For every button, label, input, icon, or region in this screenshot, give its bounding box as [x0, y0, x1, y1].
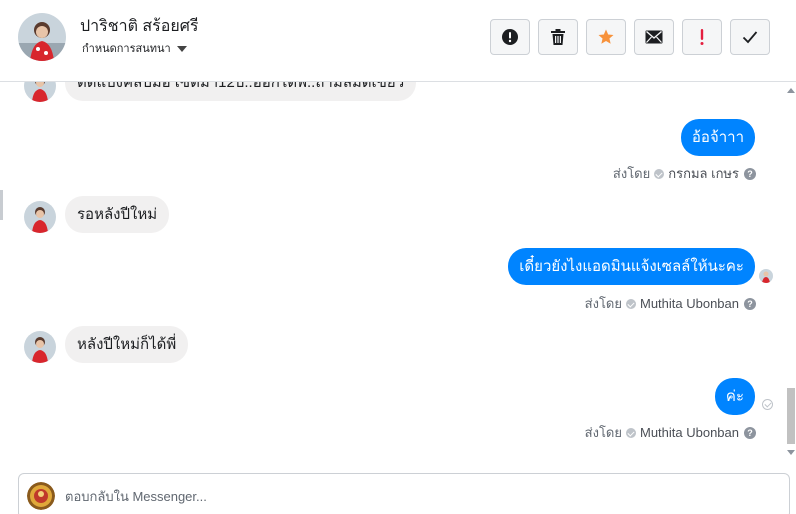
sent-by-label: ส่งโดย — [584, 425, 622, 440]
sender-avatar — [24, 331, 56, 363]
caret-down-icon — [176, 45, 187, 52]
outgoing-message-bubble[interactable]: ค่ะ — [714, 378, 755, 415]
done-button[interactable] — [730, 19, 770, 55]
outgoing-message-bubble[interactable]: อ้อจ้าาา — [680, 119, 755, 156]
incoming-message-bubble[interactable]: ตัดแบ่งคลิปมือ เซ็ตมา12บ..ออกไดพ..ถ่ามลม… — [65, 82, 417, 101]
reply-composer — [18, 473, 790, 514]
scrollbar-thumb[interactable] — [787, 388, 795, 444]
incoming-message-bubble[interactable]: หลังปีใหม่ก็ได้พี่ — [65, 326, 189, 363]
outgoing-message-bubble[interactable]: เดี๋ยวยังไงแอดมินแจ้งเซลล์ให้นะคะ — [508, 248, 755, 285]
messenger-conversation-panel: ปาริชาติ สร้อยศรี กำหนดการสนทนา ตัดแบ่งค… — [0, 0, 796, 514]
conversation-label-dropdown[interactable]: กำหนดการสนทนา — [82, 39, 187, 57]
contact-name[interactable]: ปาริชาติ สร้อยศรี — [80, 14, 199, 39]
seen-avatar — [759, 269, 773, 283]
scroll-down-arrow-icon[interactable] — [787, 450, 795, 455]
delivered-check-icon — [762, 399, 773, 410]
help-icon[interactable]: ? — [744, 426, 756, 439]
sent-by-line: ส่งโดย กรกมล เกษร ? — [613, 163, 756, 184]
verified-check-icon — [625, 427, 636, 438]
sent-by-name[interactable]: Muthita Ubonban — [640, 296, 739, 311]
sender-avatar — [24, 82, 56, 102]
message-thread[interactable]: ตัดแบ่งคลิปมือ เซ็ตมา12บ..ออกไดพ..ถ่ามลม… — [0, 82, 796, 462]
scroll-up-arrow-icon[interactable] — [787, 88, 795, 93]
sent-by-line: ส่งโดย Muthita Ubonban ? — [585, 293, 756, 314]
exclamation-circle-icon — [502, 29, 518, 45]
star-icon — [598, 29, 614, 44]
verified-check-icon — [625, 298, 636, 309]
verified-check-icon — [654, 168, 665, 179]
trash-icon — [551, 29, 565, 45]
delete-button[interactable] — [538, 19, 578, 55]
exclamation-icon — [700, 29, 704, 45]
sent-by-line: ส่งโดย Muthita Ubonban ? — [585, 422, 756, 443]
unread-button[interactable] — [634, 19, 674, 55]
sent-by-name[interactable]: Muthita Ubonban — [640, 425, 739, 440]
conversation-label-text: กำหนดการสนทนา — [82, 43, 171, 55]
conversation-header: ปาริชาติ สร้อยศรี กำหนดการสนทนา — [0, 0, 796, 82]
check-icon — [742, 31, 758, 44]
sent-by-label: ส่งโดย — [612, 166, 651, 181]
mark-spam-button[interactable] — [490, 19, 530, 55]
reply-input[interactable] — [65, 485, 765, 507]
star-button[interactable] — [586, 19, 626, 55]
sent-by-name[interactable]: กรกมล เกษร — [668, 163, 739, 184]
incoming-message-bubble[interactable]: รอหลังปีใหม่ — [65, 196, 170, 233]
sent-by-label: ส่งโดย — [584, 296, 622, 311]
envelope-icon — [645, 30, 663, 44]
header-actions — [490, 19, 770, 55]
page-avatar — [27, 482, 55, 510]
contact-avatar[interactable] — [18, 13, 66, 61]
help-icon[interactable]: ? — [744, 167, 756, 180]
follow-up-button[interactable] — [682, 19, 722, 55]
sender-avatar — [24, 201, 56, 233]
help-icon[interactable]: ? — [744, 297, 756, 310]
left-scroll-edge — [0, 190, 3, 220]
